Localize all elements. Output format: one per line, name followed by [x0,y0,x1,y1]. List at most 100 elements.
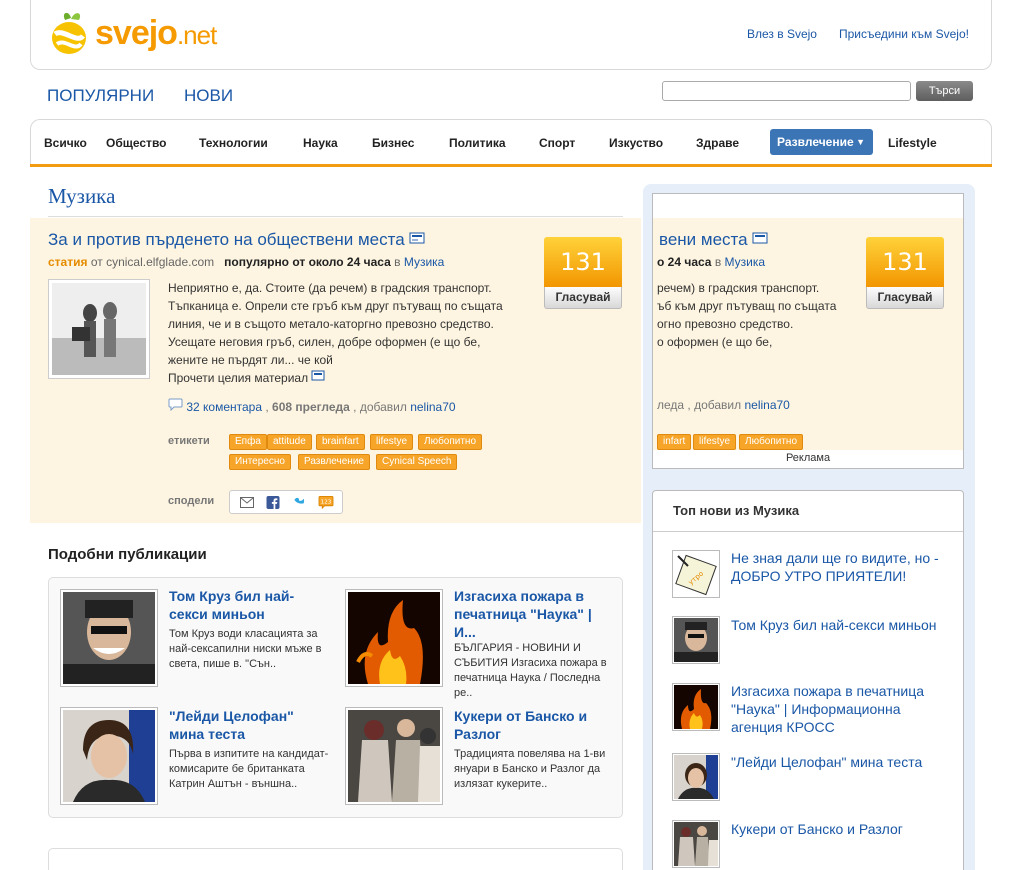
cat-technology[interactable]: Технологии [199,136,268,150]
comment-icon [168,398,183,412]
ad-stats-fragment: леда , добавил nelina70 [657,398,790,412]
divider [48,216,623,217]
ad-vote-count: 131 [866,237,944,287]
nav-new[interactable]: НОВИ [184,86,233,106]
top-new-thumbnail[interactable] [672,753,720,801]
twitter-icon[interactable] [292,496,306,509]
cat-politics[interactable]: Политика [449,136,506,150]
similar-item-title[interactable]: "Лейди Целофан" мина теста [169,707,329,743]
ad-banner[interactable]: вени места о 24 часа в Музика речем) в г… [652,193,964,469]
similar-list: Том Круз бил най-секси миньон Том Круз в… [48,577,623,818]
story-type: статия [48,255,88,269]
top-new-item[interactable]: Кукери от Банско и Разлог [731,820,953,838]
similar-item-text: Том Круз води класацията за най-сексапил… [169,628,322,670]
cat-art[interactable]: Изкуство [609,136,663,150]
cat-all[interactable]: Всичко [44,136,87,150]
story-title[interactable]: За и против пърденето на обществени мест… [48,230,425,250]
similar-item-title[interactable]: Изгасиха пожара в печатница "Наука" | И.… [454,587,614,641]
share-label: сподели [168,495,215,507]
site-logo[interactable]: svejo.net [49,8,229,58]
ad-text-fragment: речем) в градския транспорт. ъб към друг … [657,281,837,349]
ad-vote-widget: 131 Гласувай [866,237,944,309]
top-new-thumbnail[interactable] [672,616,720,664]
category-bar-underline [30,164,992,167]
similar-item-title[interactable]: Том Круз бил най-секси миньон [169,587,329,623]
share-toolbar: 123 [229,490,343,514]
tag[interactable]: Любопитно [418,434,483,450]
similar-item-title[interactable]: Кукери от Банско и Разлог [454,707,614,743]
nav-popular[interactable]: ПОПУЛЯРНИ [47,86,154,106]
top-new-thumbnail[interactable] [672,683,720,731]
ad-content: вени места о 24 часа в Музика речем) в г… [653,218,963,450]
views-count: 608 прегледа [272,400,350,414]
ad-title-fragment: вени места [659,230,768,250]
search-input[interactable] [662,81,911,101]
email-icon[interactable] [240,496,254,509]
cat-lifestyle[interactable]: Lifestyle [888,136,937,150]
logo-text: svejo [95,14,178,52]
similar-thumbnail[interactable] [345,589,443,687]
cat-science[interactable]: Наука [303,136,338,150]
story-popularity: популярно от около 24 часа [224,255,391,269]
similar-heading: Подобни публикации [48,546,207,563]
top-new-item[interactable]: Не зная дали ще го видите, но - ДОБРО УТ… [731,549,953,585]
cat-sport[interactable]: Спорт [539,136,575,150]
chevron-down-icon: ▼ [856,137,865,147]
ad-label: Реклама [785,452,831,464]
top-new-panel: Топ нови из Музика утро Не зная дали ще … [652,490,964,870]
top-new-item[interactable]: Том Круз бил най-секси миньон [731,616,953,634]
top-new-item[interactable]: Изгасиха пожара в печатница "Наука" | Ин… [731,682,953,736]
search-button[interactable]: Търси [916,81,973,101]
tag[interactable]: Развлечение [298,454,370,470]
story-thumbnail[interactable] [48,279,150,379]
login-link[interactable]: Влез в Svejo [747,27,817,41]
tag[interactable]: Cynical Speech [376,454,458,470]
logo-lemon-icon [52,12,86,54]
ad-meta-fragment: о 24 часа в Музика [657,255,766,269]
top-new-heading: Топ нови из Музика [673,503,800,518]
story-in: в [394,255,401,269]
svg-text:123: 123 [321,499,332,505]
tag[interactable]: Интересно [229,454,291,470]
vote-button[interactable]: Гласувай [544,287,622,309]
comments-link[interactable]: 32 коментара [186,400,262,414]
tag[interactable]: Епфа [229,434,267,450]
ad-vote-button: Гласувай [866,287,944,309]
author-link[interactable]: nelina70 [410,400,455,414]
top-new-thumbnail[interactable]: утро [672,550,720,598]
vote-count: 131 [544,237,622,287]
cat-health[interactable]: Здраве [696,136,739,150]
similar-thumbnail[interactable] [60,707,158,805]
tag[interactable]: brainfart [316,434,365,450]
similar-thumbnail[interactable] [60,589,158,687]
facebook-icon[interactable] [266,496,280,509]
external-link-icon [409,232,425,244]
join-link[interactable]: Присъедини към Svejo! [839,27,969,41]
read-more-link[interactable]: Прочети целия материал [168,369,325,387]
similar-thumbnail[interactable] [345,707,443,805]
story-source: от cynical.elfglade.com [90,255,215,269]
story-stats: 32 коментара , 608 прегледа , добавил ne… [168,398,456,414]
svejo-counter-icon[interactable]: 123 [318,496,334,509]
cat-business[interactable]: Бизнес [372,136,414,150]
cat-entertainment-label: Развлечение [777,135,854,149]
cat-entertainment-dropdown[interactable]: Развлечение ▼ [770,129,873,155]
top-new-thumbnail[interactable] [672,820,720,868]
ad-tag: infart [657,434,692,450]
top-new-item[interactable]: "Лейди Целофан" мина теста [731,753,953,771]
tag[interactable]: lifestye [370,434,414,450]
similar-item-text: БЪЛГАРИЯ - НОВИНИ И СЪБИТИЯ Изгасиха пож… [454,642,607,699]
cat-society[interactable]: Общество [106,136,167,150]
more-content-box [48,848,623,870]
logo-tld: .net [176,20,217,50]
ad-tag: lifestye [693,434,737,450]
tag[interactable]: attitude [267,434,312,450]
tags-label: етикети [168,435,210,447]
featured-story: За и против пърденето на обществени мест… [30,218,641,523]
similar-item-text: Първа в изпитите на кандидат-комисарите … [169,748,329,790]
story-category-link[interactable]: Музика [404,255,445,269]
added-by-label: добавил [359,400,407,414]
story-excerpt: Неприятно е, да. Стоите (да речем) в гра… [168,281,503,367]
story-meta: статия от cynical.elfglade.com популярно… [48,255,444,269]
vote-widget: 131 Гласувай [544,237,622,309]
